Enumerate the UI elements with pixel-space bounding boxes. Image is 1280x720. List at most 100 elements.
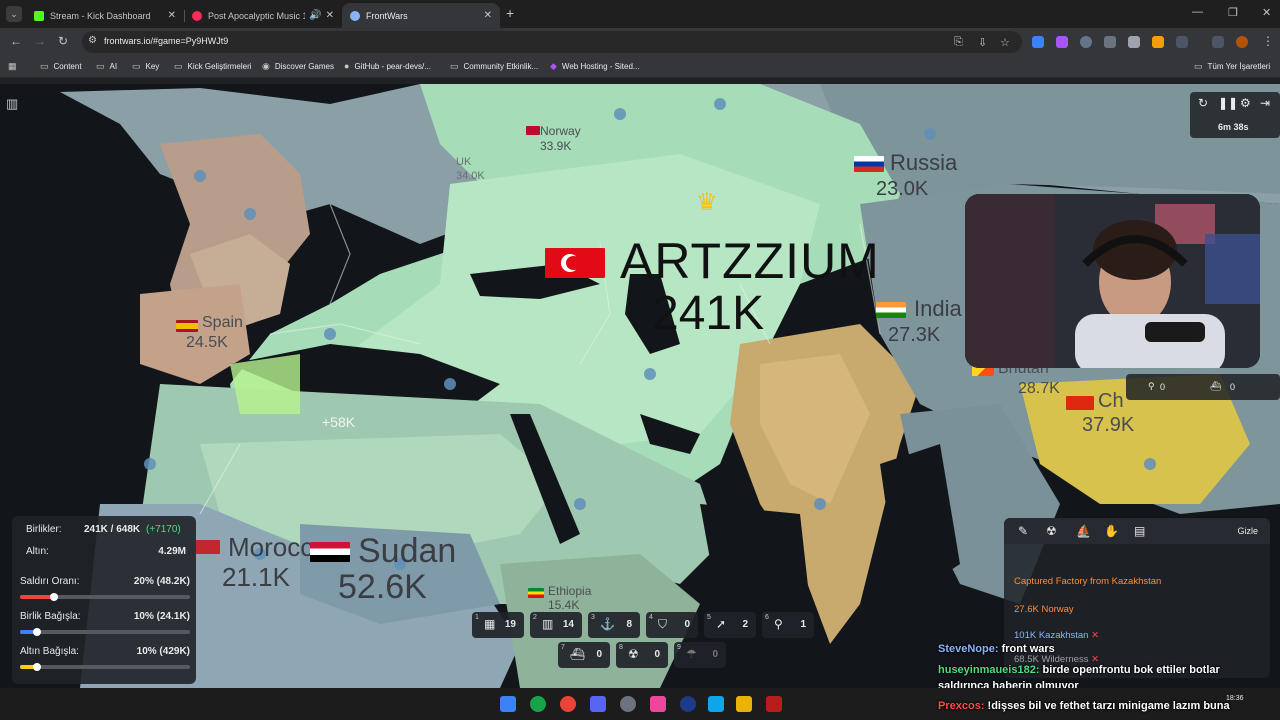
cancel-icon[interactable]: ✕: [1091, 630, 1099, 641]
avatar[interactable]: [1236, 36, 1248, 48]
country-spain: Spain: [202, 314, 243, 331]
bookmark-discover-games[interactable]: ◉ Discover Games: [262, 61, 334, 72]
browser-toolbar: ← → ↻ ⚙ frontwars.io/#game=Py9HWJt9 ⎘ ⇩ …: [0, 28, 1280, 56]
troop-donate-slider[interactable]: [20, 628, 190, 636]
window-close-icon[interactable]: ✕: [1262, 6, 1271, 19]
bookmark-key[interactable]: ▭ Key: [132, 61, 159, 72]
file-explorer-icon[interactable]: [736, 696, 752, 712]
minimize-icon[interactable]: —: [1192, 6, 1203, 18]
build-port-button[interactable]: 3 ⚓ 8: [588, 612, 640, 638]
chrome-icon[interactable]: [560, 696, 576, 712]
build-sam-button[interactable]: 6 ⚲ 1: [762, 612, 814, 638]
pause-icon[interactable]: ❚❚: [1218, 96, 1238, 110]
reload-icon[interactable]: ↻: [58, 34, 68, 48]
city-icon: ▦: [484, 617, 496, 631]
attack-filter-icon[interactable]: ✎: [1018, 524, 1028, 538]
extension-icon[interactable]: [1080, 36, 1092, 48]
attack-troops-label: +58K: [322, 414, 356, 430]
menu-icon[interactable]: ⋮: [1262, 34, 1274, 48]
build-city-button[interactable]: 1 ▦ 19: [472, 612, 524, 638]
close-tab-icon[interactable]: ✕: [484, 10, 492, 21]
ethiopia-flag-icon: [528, 588, 544, 598]
tab-music[interactable]: Post Apocalyptic Music 10 | 🔊 ✕: [184, 3, 342, 28]
close-tab-icon[interactable]: ✕: [168, 10, 176, 21]
apps-icon[interactable]: ▦: [8, 61, 22, 72]
extension-icon[interactable]: [1152, 36, 1164, 48]
puzzle-icon[interactable]: [1176, 36, 1188, 48]
tab-kick-dashboard[interactable]: Stream - Kick Dashboard ✕: [26, 3, 185, 28]
build-defense-button[interactable]: 4 ⛉ 0: [646, 612, 698, 638]
tab-frontwars[interactable]: FrontWars ✕: [342, 3, 500, 28]
chat-filter-icon[interactable]: ▤: [1134, 524, 1145, 538]
build-warship-button[interactable]: 7 ⛴ 0: [558, 642, 610, 668]
extension-icon[interactable]: [1056, 36, 1068, 48]
bookmark-ai[interactable]: ▭ AI: [96, 61, 117, 72]
bookmark-community[interactable]: ▭ Community Etkinlik...: [450, 61, 538, 72]
maximize-icon[interactable]: ❐: [1228, 6, 1238, 19]
forward-icon[interactable]: →: [34, 34, 46, 48]
build-mirv-button[interactable]: 9 ☂ 0: [674, 642, 726, 668]
troops-uk: 34.0K: [456, 170, 485, 182]
address-bar[interactable]: ⚙ frontwars.io/#game=Py9HWJt9 ⎘ ⇩ ☆: [82, 31, 1022, 53]
leaderboard-icon[interactable]: ▥: [6, 96, 18, 112]
trade-filter-icon[interactable]: ⛵: [1076, 524, 1091, 538]
app-icon[interactable]: [766, 696, 782, 712]
alliance-filter-icon[interactable]: ✋: [1104, 524, 1119, 538]
india-flag-icon: [876, 302, 906, 318]
folder-icon: ▭: [174, 61, 183, 71]
settings-icon[interactable]: ⚙: [1240, 96, 1251, 110]
app-icon[interactable]: [708, 696, 724, 712]
bookmark-content[interactable]: ▭ Content: [40, 61, 82, 72]
extension-icon[interactable]: [1104, 36, 1116, 48]
nuke-filter-icon[interactable]: ☢: [1046, 524, 1057, 538]
game-canvas[interactable]: ♛ ARTZZIUM 241K Norway 33.9K UK 34.0K Ru…: [0, 84, 1280, 688]
tab-groups-icon[interactable]: [1212, 36, 1224, 48]
translate-icon[interactable]: ⎘: [954, 36, 963, 49]
app-icon[interactable]: [650, 696, 666, 712]
new-tab-button[interactable]: +: [506, 6, 514, 20]
tab-search-icon[interactable]: ⌄: [6, 6, 22, 22]
event-item: Captured Factory from Kazakhstan: [1014, 576, 1162, 587]
build-factory-button[interactable]: 2 ▥ 14: [530, 612, 582, 638]
exit-icon[interactable]: ⇥: [1260, 96, 1270, 110]
attack-ratio-slider[interactable]: [20, 593, 190, 601]
close-tab-icon[interactable]: ✕: [326, 10, 334, 21]
warship-icon: ⛴: [1210, 381, 1222, 391]
restart-icon[interactable]: ↻: [1198, 96, 1208, 110]
kick-icon: [34, 10, 44, 21]
steam-icon[interactable]: [680, 696, 696, 712]
hide-button[interactable]: Gizle: [1237, 526, 1258, 536]
sam-icon: ⚲: [774, 617, 783, 631]
speaker-icon[interactable]: 🔊: [309, 10, 321, 21]
folder-icon: ▭: [1194, 61, 1203, 71]
install-icon[interactable]: ⇩: [978, 36, 987, 49]
mirv-icon: ☂: [686, 647, 697, 661]
troops-sudan: 52.6K: [338, 568, 427, 606]
build-nuke-button[interactable]: 8 ☢ 0: [616, 642, 668, 668]
bookmark-star-icon[interactable]: ☆: [1000, 36, 1010, 49]
gold-donate-slider[interactable]: [20, 663, 190, 671]
extension-icon[interactable]: [1032, 36, 1044, 48]
country-uk: UK: [456, 156, 472, 168]
troops-china: 37.9K: [1082, 414, 1135, 436]
bookmark-github[interactable]: ● GitHub - pear-devs/...: [344, 61, 431, 71]
bookmark-web-hosting[interactable]: ◆ Web Hosting - Sited...: [550, 61, 640, 72]
discord-icon[interactable]: [590, 696, 606, 712]
bookmark-kick-dev[interactable]: ▭ Kick Geliştirmeleri: [174, 61, 252, 72]
leader-crown-icon: ♛: [696, 189, 718, 216]
event-item[interactable]: 101K Kazakhstan ✕: [1014, 630, 1099, 641]
camera-icon[interactable]: [1128, 36, 1140, 48]
chat-message: SteveNope: front wars: [938, 643, 1055, 655]
event-item[interactable]: 27.6K Norway: [1014, 604, 1074, 615]
all-bookmarks[interactable]: ▭ Tüm Yer İşaretleri: [1194, 61, 1270, 72]
site-info-icon[interactable]: ⚙: [88, 35, 97, 46]
back-icon[interactable]: ←: [10, 34, 22, 48]
windows-start-icon[interactable]: [500, 696, 516, 712]
build-missile-silo-button[interactable]: 5 ➚ 2: [704, 612, 756, 638]
obs-icon[interactable]: [620, 696, 636, 712]
xbox-icon[interactable]: [530, 696, 546, 712]
country-india: India: [914, 296, 962, 321]
troops-ethiopia: 15.4K: [548, 598, 580, 612]
country-russia: Russia: [890, 150, 958, 175]
russia-flag-icon: [854, 156, 884, 172]
